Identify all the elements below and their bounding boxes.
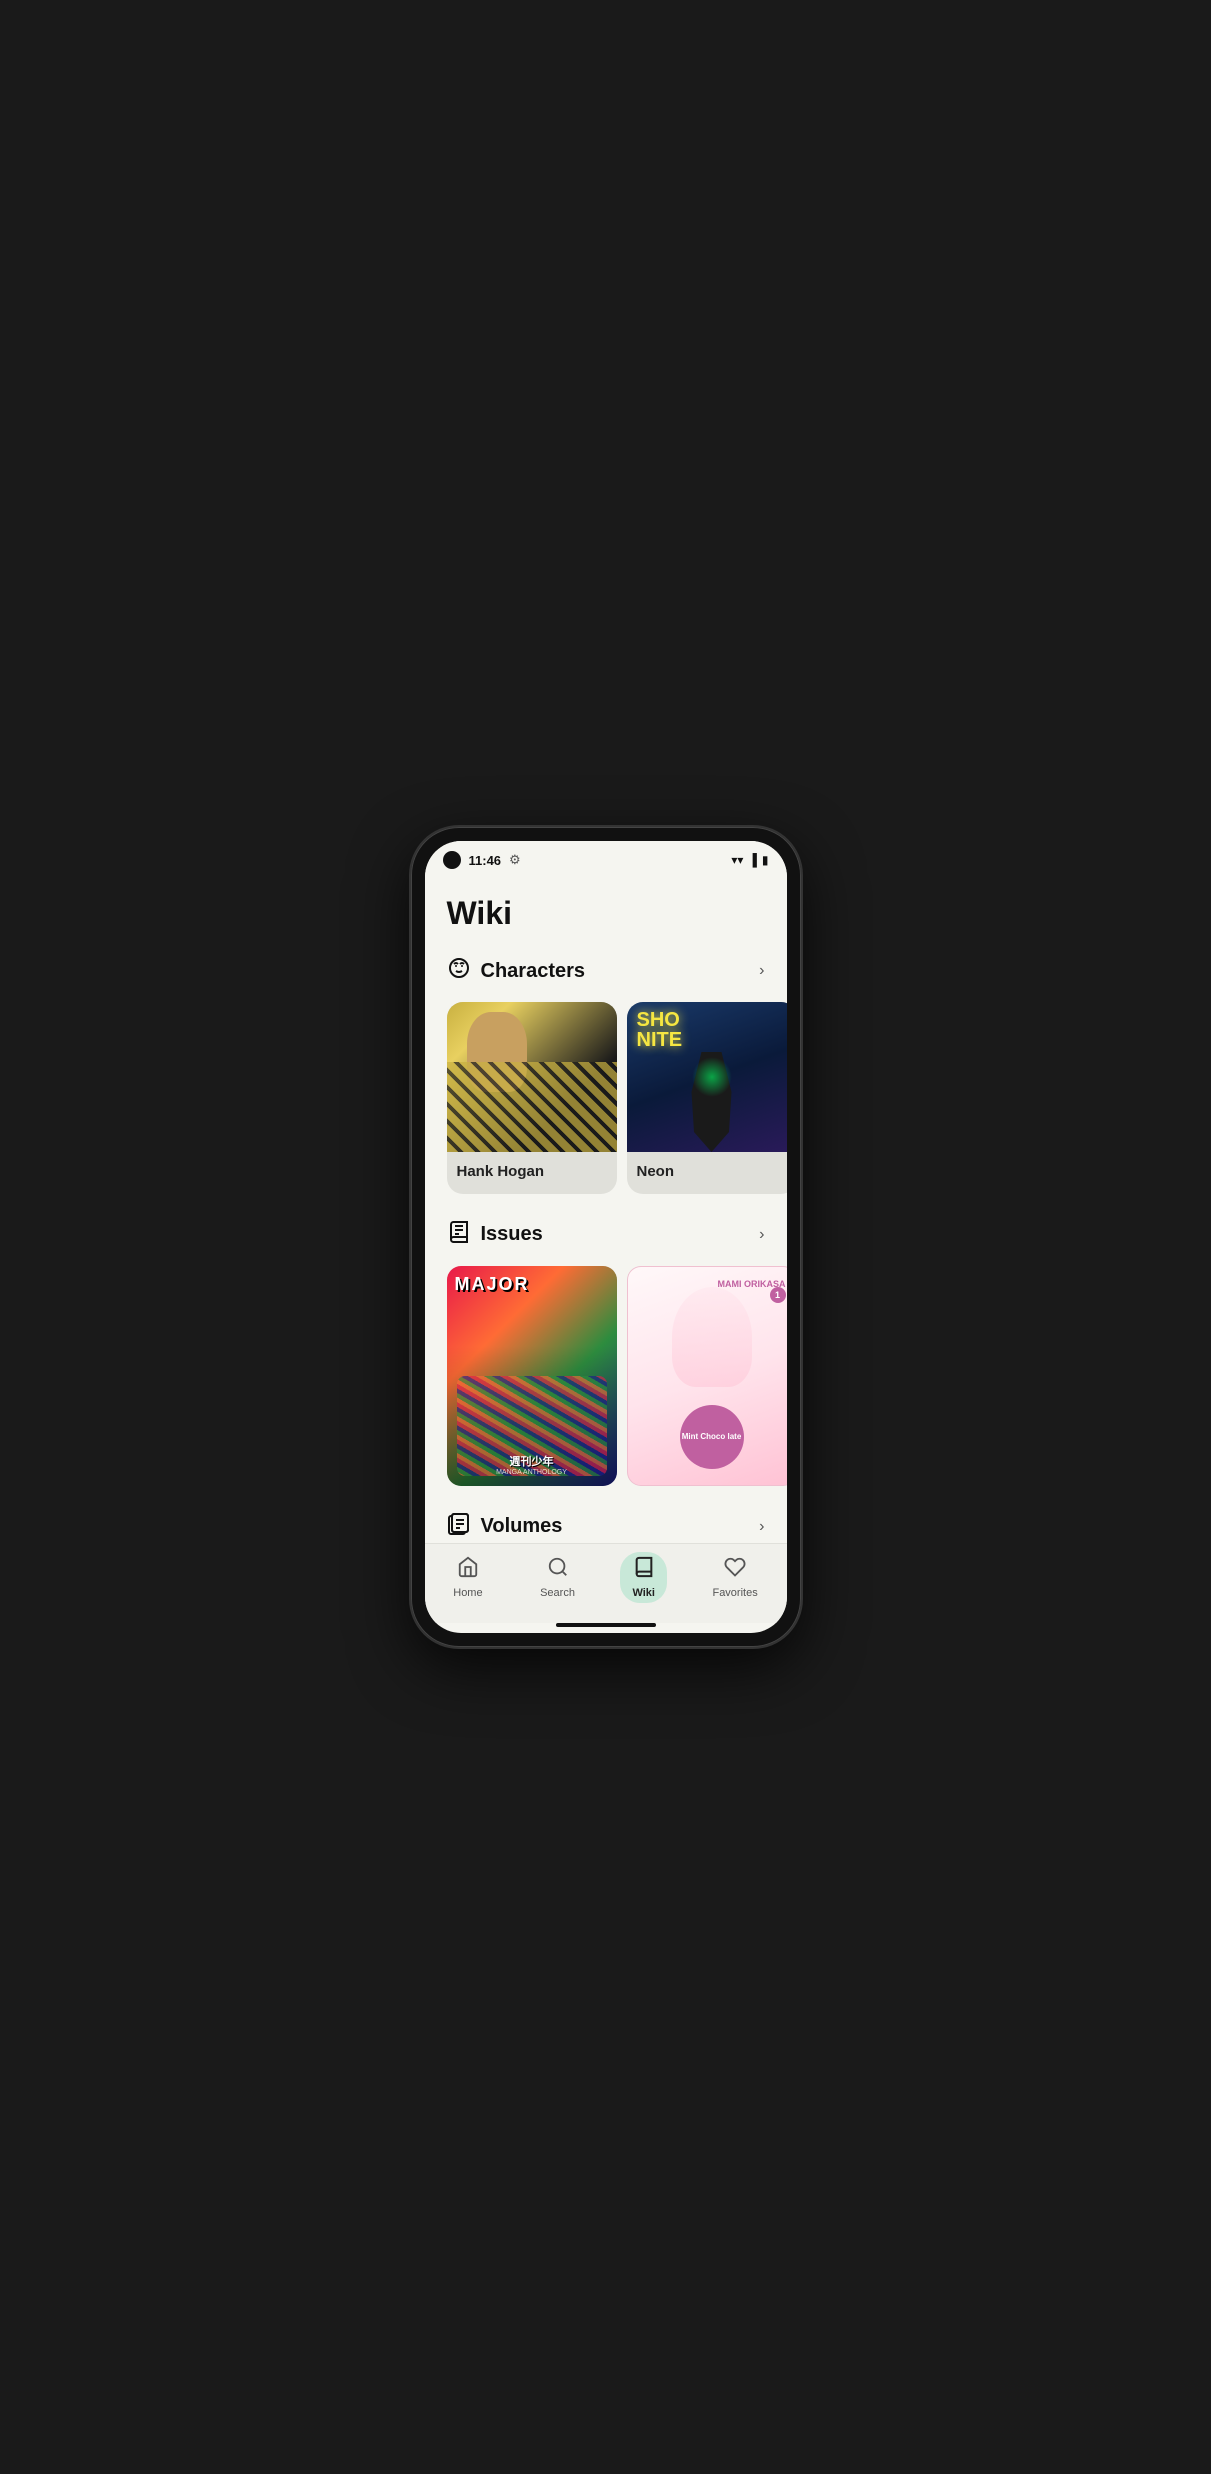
characters-label: Characters: [481, 960, 750, 983]
issues-chevron: ›: [759, 1226, 764, 1244]
issues-icon: [447, 1220, 471, 1250]
page-title: Wiki: [425, 875, 787, 946]
nav-search[interactable]: Search: [528, 1552, 587, 1603]
characters-cards-scroll: Hank Hogan Neon: [425, 998, 787, 1210]
volumes-icon: [447, 1512, 471, 1542]
major-cover: 週刊少年 MANGA ANTHOLOGY: [447, 1266, 617, 1486]
phone-frame: 11:46 ⚙ ▾▾ ▐ ▮ Wiki: [411, 827, 801, 1647]
signal-icon: ▐: [748, 853, 757, 867]
phone-screen: 11:46 ⚙ ▾▾ ▐ ▮ Wiki: [425, 841, 787, 1633]
favorites-icon: [724, 1556, 746, 1584]
character-card-neon[interactable]: Neon: [627, 1002, 787, 1194]
mint-cover: MAMI ORIKASA 1 Mint Choco late: [627, 1266, 787, 1486]
status-right: ▾▾ ▐ ▮: [731, 853, 768, 867]
volumes-chevron: ›: [759, 1518, 764, 1536]
neon-cover-art: [627, 1002, 787, 1152]
favorites-label: Favorites: [712, 1587, 757, 1599]
camera-icon: [443, 851, 461, 869]
issues-label: Issues: [481, 1223, 750, 1246]
home-icon: [457, 1556, 479, 1584]
characters-section-header[interactable]: Characters ›: [425, 946, 787, 998]
issues-section-header[interactable]: Issues ›: [425, 1210, 787, 1262]
mint-label: Mint Choco late: [680, 1405, 744, 1469]
nav-wiki[interactable]: Wiki: [620, 1552, 667, 1603]
neon-image: [627, 1002, 787, 1152]
search-icon: [547, 1556, 569, 1584]
nav-home[interactable]: Home: [441, 1552, 494, 1603]
hank-image: [447, 1002, 617, 1152]
bottom-nav: Home Search Wiki: [425, 1543, 787, 1623]
issue-card-major[interactable]: 週刊少年 MANGA ANTHOLOGY: [447, 1266, 617, 1486]
issue-card-mint[interactable]: MAMI ORIKASA 1 Mint Choco late: [627, 1266, 787, 1486]
battery-icon: ▮: [762, 853, 769, 867]
characters-chevron: ›: [759, 962, 764, 980]
neon-label: Neon: [627, 1152, 787, 1194]
wiki-icon: [633, 1556, 655, 1584]
status-left: 11:46 ⚙: [443, 851, 521, 869]
status-bar: 11:46 ⚙ ▾▾ ▐ ▮: [425, 841, 787, 875]
hank-cover-art: [447, 1002, 617, 1152]
settings-icon: ⚙: [509, 852, 521, 868]
wifi-icon: ▾▾: [731, 853, 743, 867]
status-time: 11:46: [469, 853, 502, 868]
issues-cards-scroll: 週刊少年 MANGA ANTHOLOGY MAMI ORIKASA 1 Mint…: [425, 1262, 787, 1502]
hank-label: Hank Hogan: [447, 1152, 617, 1194]
characters-icon: [447, 956, 471, 986]
home-indicator: [556, 1623, 656, 1627]
wiki-label: Wiki: [632, 1587, 655, 1599]
main-content: Wiki Characters ›: [425, 875, 787, 1543]
neon-glow: [692, 1057, 732, 1097]
home-label: Home: [453, 1587, 482, 1599]
search-label: Search: [540, 1587, 575, 1599]
nav-favorites[interactable]: Favorites: [700, 1552, 769, 1603]
volumes-label: Volumes: [481, 1515, 750, 1538]
character-card-hank[interactable]: Hank Hogan: [447, 1002, 617, 1194]
volumes-section-header[interactable]: Volumes ›: [425, 1502, 787, 1544]
